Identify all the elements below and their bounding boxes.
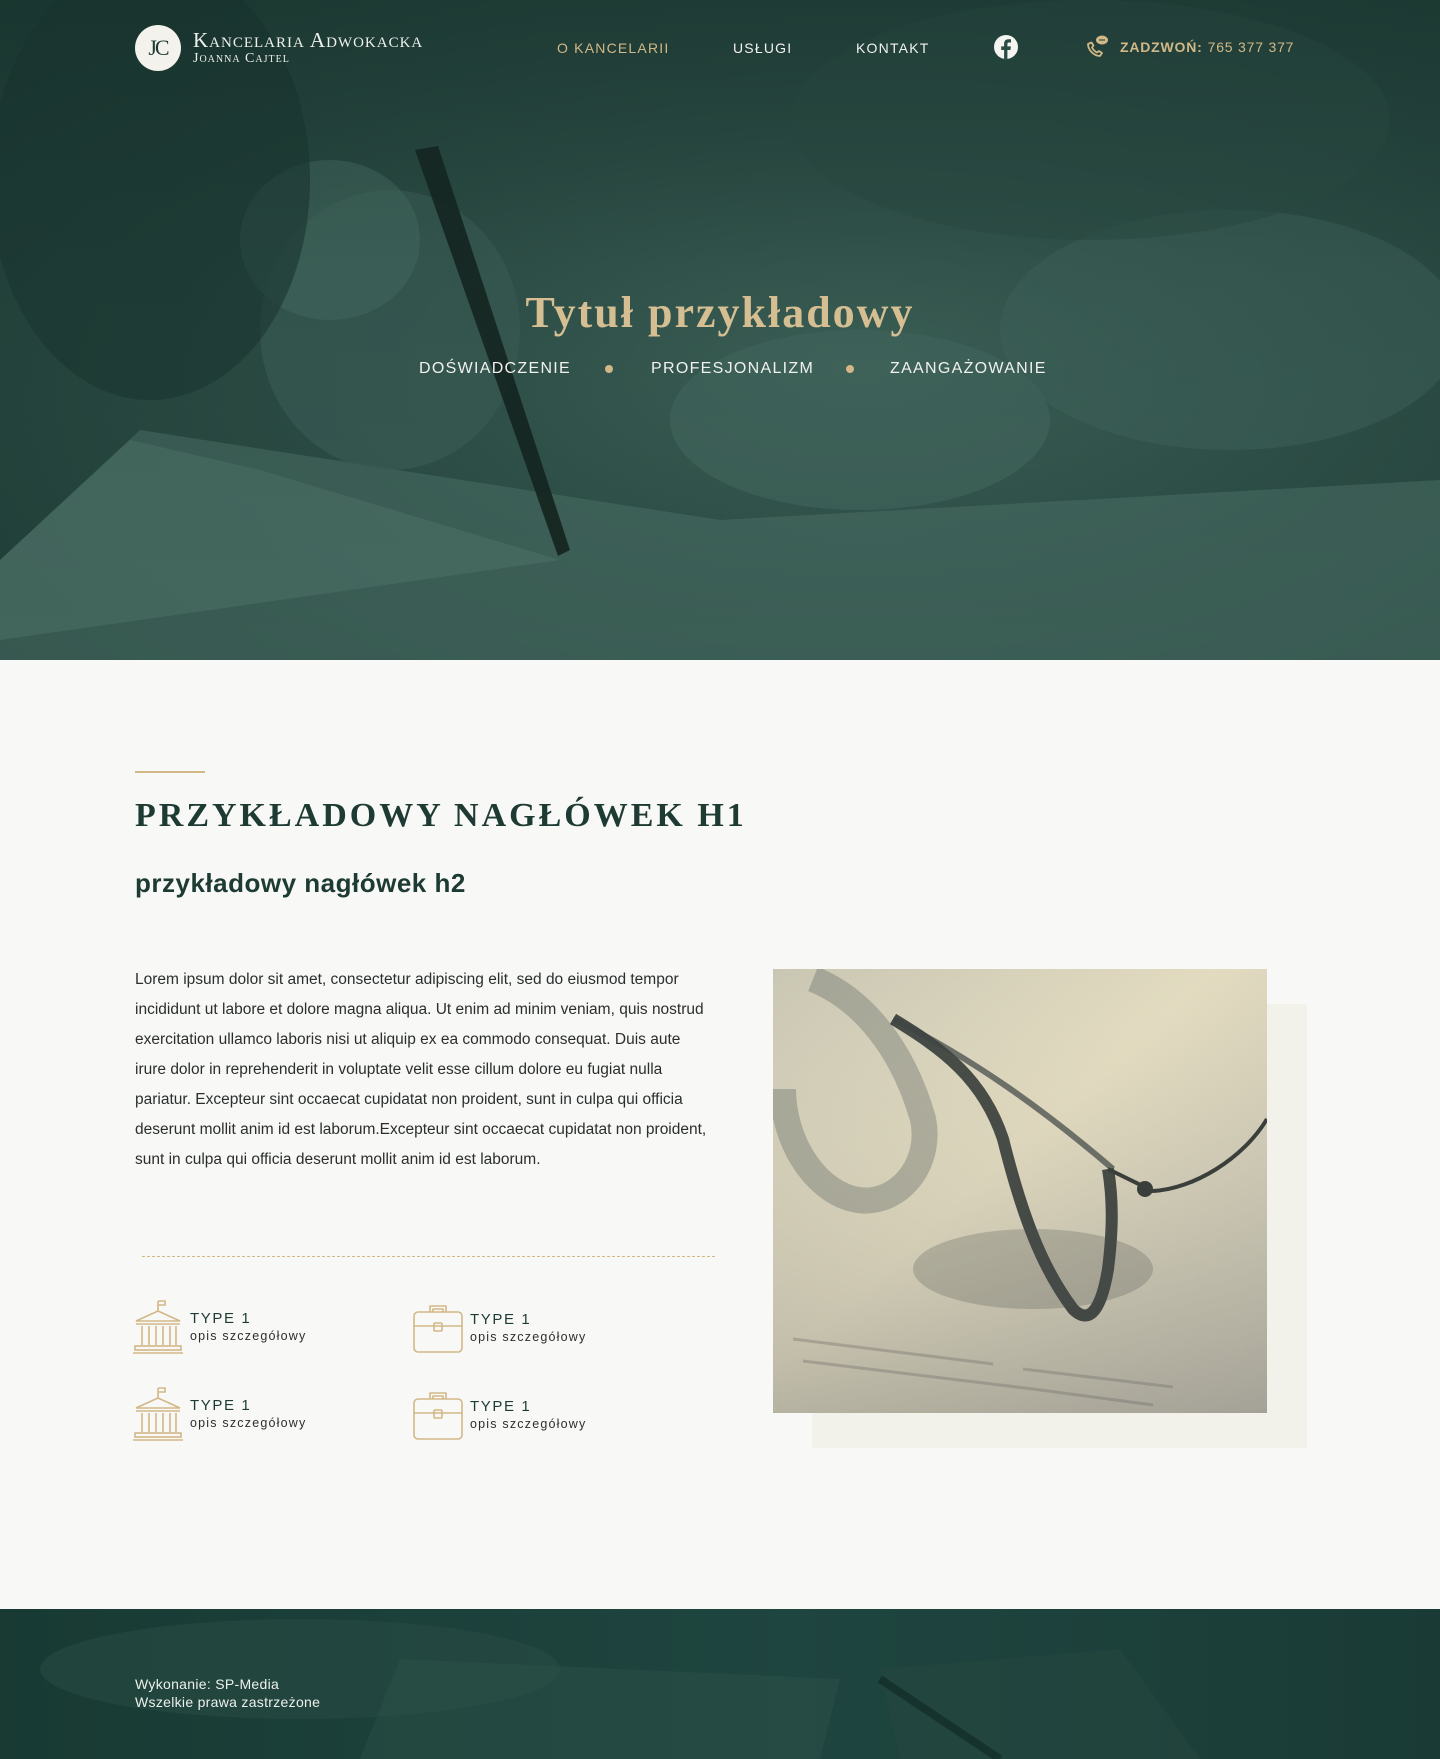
hero-tagline-commitment: ZAANGAŻOWANIE <box>890 360 1047 377</box>
feature-text: TYPE 1 opis szczegółowy <box>190 1397 306 1431</box>
feature-description: opis szczegółowy <box>190 1416 307 1430</box>
logo-monogram: JC <box>135 25 181 71</box>
feature-text: TYPE 1 opis szczegółowy <box>470 1398 586 1432</box>
feature-title: TYPE 1 <box>470 1311 532 1328</box>
page-heading-h1: PRZYKŁADOWY NAGŁÓWEK H1 <box>135 797 747 834</box>
feature-item: TYPE 1 opis szczegółowy <box>132 1386 306 1442</box>
tagline-separator-dot <box>605 365 613 373</box>
feature-text: TYPE 1 opis szczegółowy <box>470 1311 586 1345</box>
feature-description: opis szczegółowy <box>190 1329 307 1343</box>
glasses-photo <box>773 969 1267 1413</box>
feature-description: opis szczegółowy <box>470 1330 587 1344</box>
courthouse-icon <box>133 1300 183 1354</box>
footer-rights: Wszelkie prawa zastrzeżone <box>135 1694 321 1710</box>
heading-accent-line <box>135 771 205 773</box>
hero-section: JC Kancelaria Adwokacka Joanna Cajtel O … <box>0 0 1440 660</box>
call-contact[interactable]: ZADZWOŃ: 765 377 377 <box>1084 34 1294 60</box>
briefcase-icon <box>413 1392 463 1440</box>
dashed-divider <box>142 1256 715 1257</box>
logo-text: Kancelaria Adwokacka Joanna Cajtel <box>193 29 423 67</box>
feature-item: TYPE 1 opis szczegółowy <box>412 1300 586 1356</box>
nav-item-kontakt[interactable]: KONTAKT <box>856 40 929 56</box>
feature-title: TYPE 1 <box>190 1310 252 1327</box>
glasses-image <box>773 969 1267 1413</box>
briefcase-icon <box>413 1305 463 1353</box>
hero-title: Tytuł przykładowy <box>525 288 915 337</box>
tagline-separator-dot <box>846 365 854 373</box>
feature-item: TYPE 1 opis szczegółowy <box>412 1387 586 1443</box>
feature-title: TYPE 1 <box>190 1397 252 1414</box>
logo-subtitle: Joanna Cajtel <box>193 51 290 66</box>
courthouse-icon <box>133 1387 183 1441</box>
footer: Wykonanie: SP-Media Wszelkie prawa zastr… <box>0 1609 1440 1759</box>
page-heading-h2: przykładowy nagłówek h2 <box>135 868 466 898</box>
feature-title: TYPE 1 <box>470 1398 532 1415</box>
feature-text: TYPE 1 opis szczegółowy <box>190 1310 306 1344</box>
logo[interactable]: JC Kancelaria Adwokacka Joanna Cajtel <box>135 25 423 71</box>
feature-item: TYPE 1 opis szczegółowy <box>132 1299 306 1355</box>
call-number[interactable]: 765 377 377 <box>1208 39 1295 55</box>
phone-chat-icon <box>1087 35 1108 57</box>
top-navigation: JC Kancelaria Adwokacka Joanna Cajtel O … <box>0 0 1440 100</box>
body-paragraph: Lorem ipsum dolor sit amet, consectetur … <box>135 971 707 1168</box>
hero-tagline-experience: DOŚWIADCZENIE <box>419 360 572 377</box>
feature-description: opis szczegółowy <box>470 1417 587 1431</box>
logo-title: Kancelaria Adwokacka <box>193 28 424 52</box>
call-label: ZADZWOŃ: <box>1120 39 1203 55</box>
footer-credit: Wykonanie: SP-Media <box>135 1676 280 1692</box>
facebook-icon[interactable] <box>993 34 1019 60</box>
nav-item-uslugi[interactable]: USŁUGI <box>733 40 792 56</box>
nav-item-o-kancelarii[interactable]: O KANCELARII <box>557 40 669 56</box>
hero-tagline-professionalism: PROFESJONALIZM <box>651 360 815 377</box>
